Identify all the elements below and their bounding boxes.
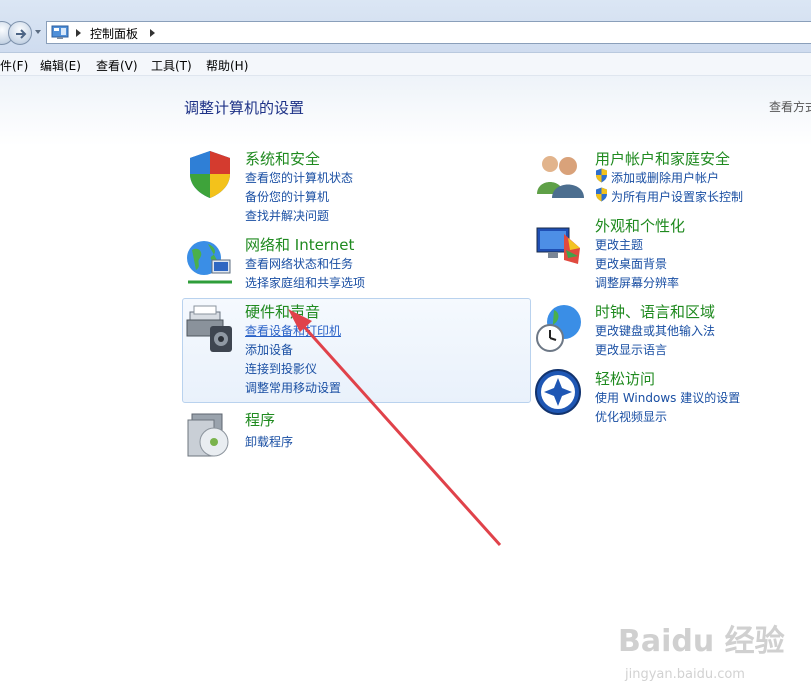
watermark-url: jingyan.baidu.com bbox=[625, 667, 745, 682]
annotation-arrow bbox=[288, 309, 502, 547]
